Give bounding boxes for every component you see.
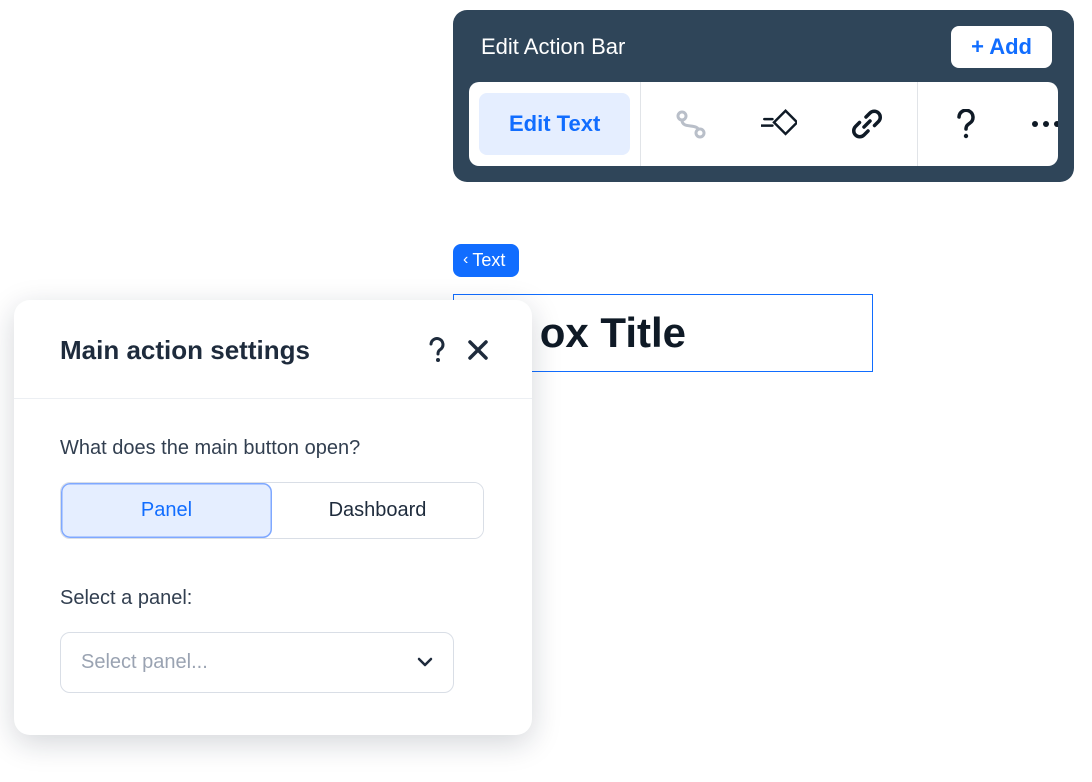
- toolbar-section-icons: [640, 82, 917, 166]
- option-dashboard[interactable]: Dashboard: [272, 483, 483, 538]
- chevron-down-icon: [417, 654, 433, 672]
- title-box-text: ox Title: [540, 309, 686, 357]
- toolbar-section-edit: Edit Text: [469, 82, 640, 166]
- action-toolbar: Edit Text: [469, 82, 1058, 166]
- close-icon[interactable]: [458, 330, 498, 370]
- text-chip-label: Text: [472, 250, 505, 271]
- help-icon[interactable]: [948, 106, 984, 142]
- question-select-panel: Select a panel:: [60, 587, 486, 610]
- chevron-left-icon: ‹: [463, 252, 468, 268]
- settings-body: What does the main button open? Panel Da…: [14, 399, 532, 693]
- panel-select[interactable]: Select panel...: [60, 632, 454, 693]
- settings-title: Main action settings: [60, 335, 418, 366]
- toolbar-section-right: [917, 82, 1058, 166]
- text-chip[interactable]: ‹ Text: [453, 244, 519, 277]
- link-icon[interactable]: [849, 106, 885, 142]
- main-action-settings-panel: Main action settings What does the main …: [14, 300, 532, 735]
- option-panel[interactable]: Panel: [61, 483, 272, 538]
- action-bar-header: Edit Action Bar + Add: [469, 26, 1058, 82]
- question-open-target: What does the main button open?: [60, 437, 486, 460]
- action-bar-title: Edit Action Bar: [481, 34, 625, 60]
- add-button[interactable]: + Add: [951, 26, 1052, 68]
- animation-icon[interactable]: [761, 106, 797, 142]
- panel-select-placeholder: Select panel...: [81, 651, 208, 674]
- more-icon[interactable]: [1028, 106, 1058, 142]
- edit-action-bar: Edit Action Bar + Add Edit Text: [453, 10, 1074, 182]
- path-icon[interactable]: [673, 106, 709, 142]
- edit-text-button[interactable]: Edit Text: [479, 93, 630, 155]
- open-target-toggle: Panel Dashboard: [60, 482, 484, 539]
- settings-header: Main action settings: [14, 300, 532, 399]
- help-icon[interactable]: [418, 330, 458, 370]
